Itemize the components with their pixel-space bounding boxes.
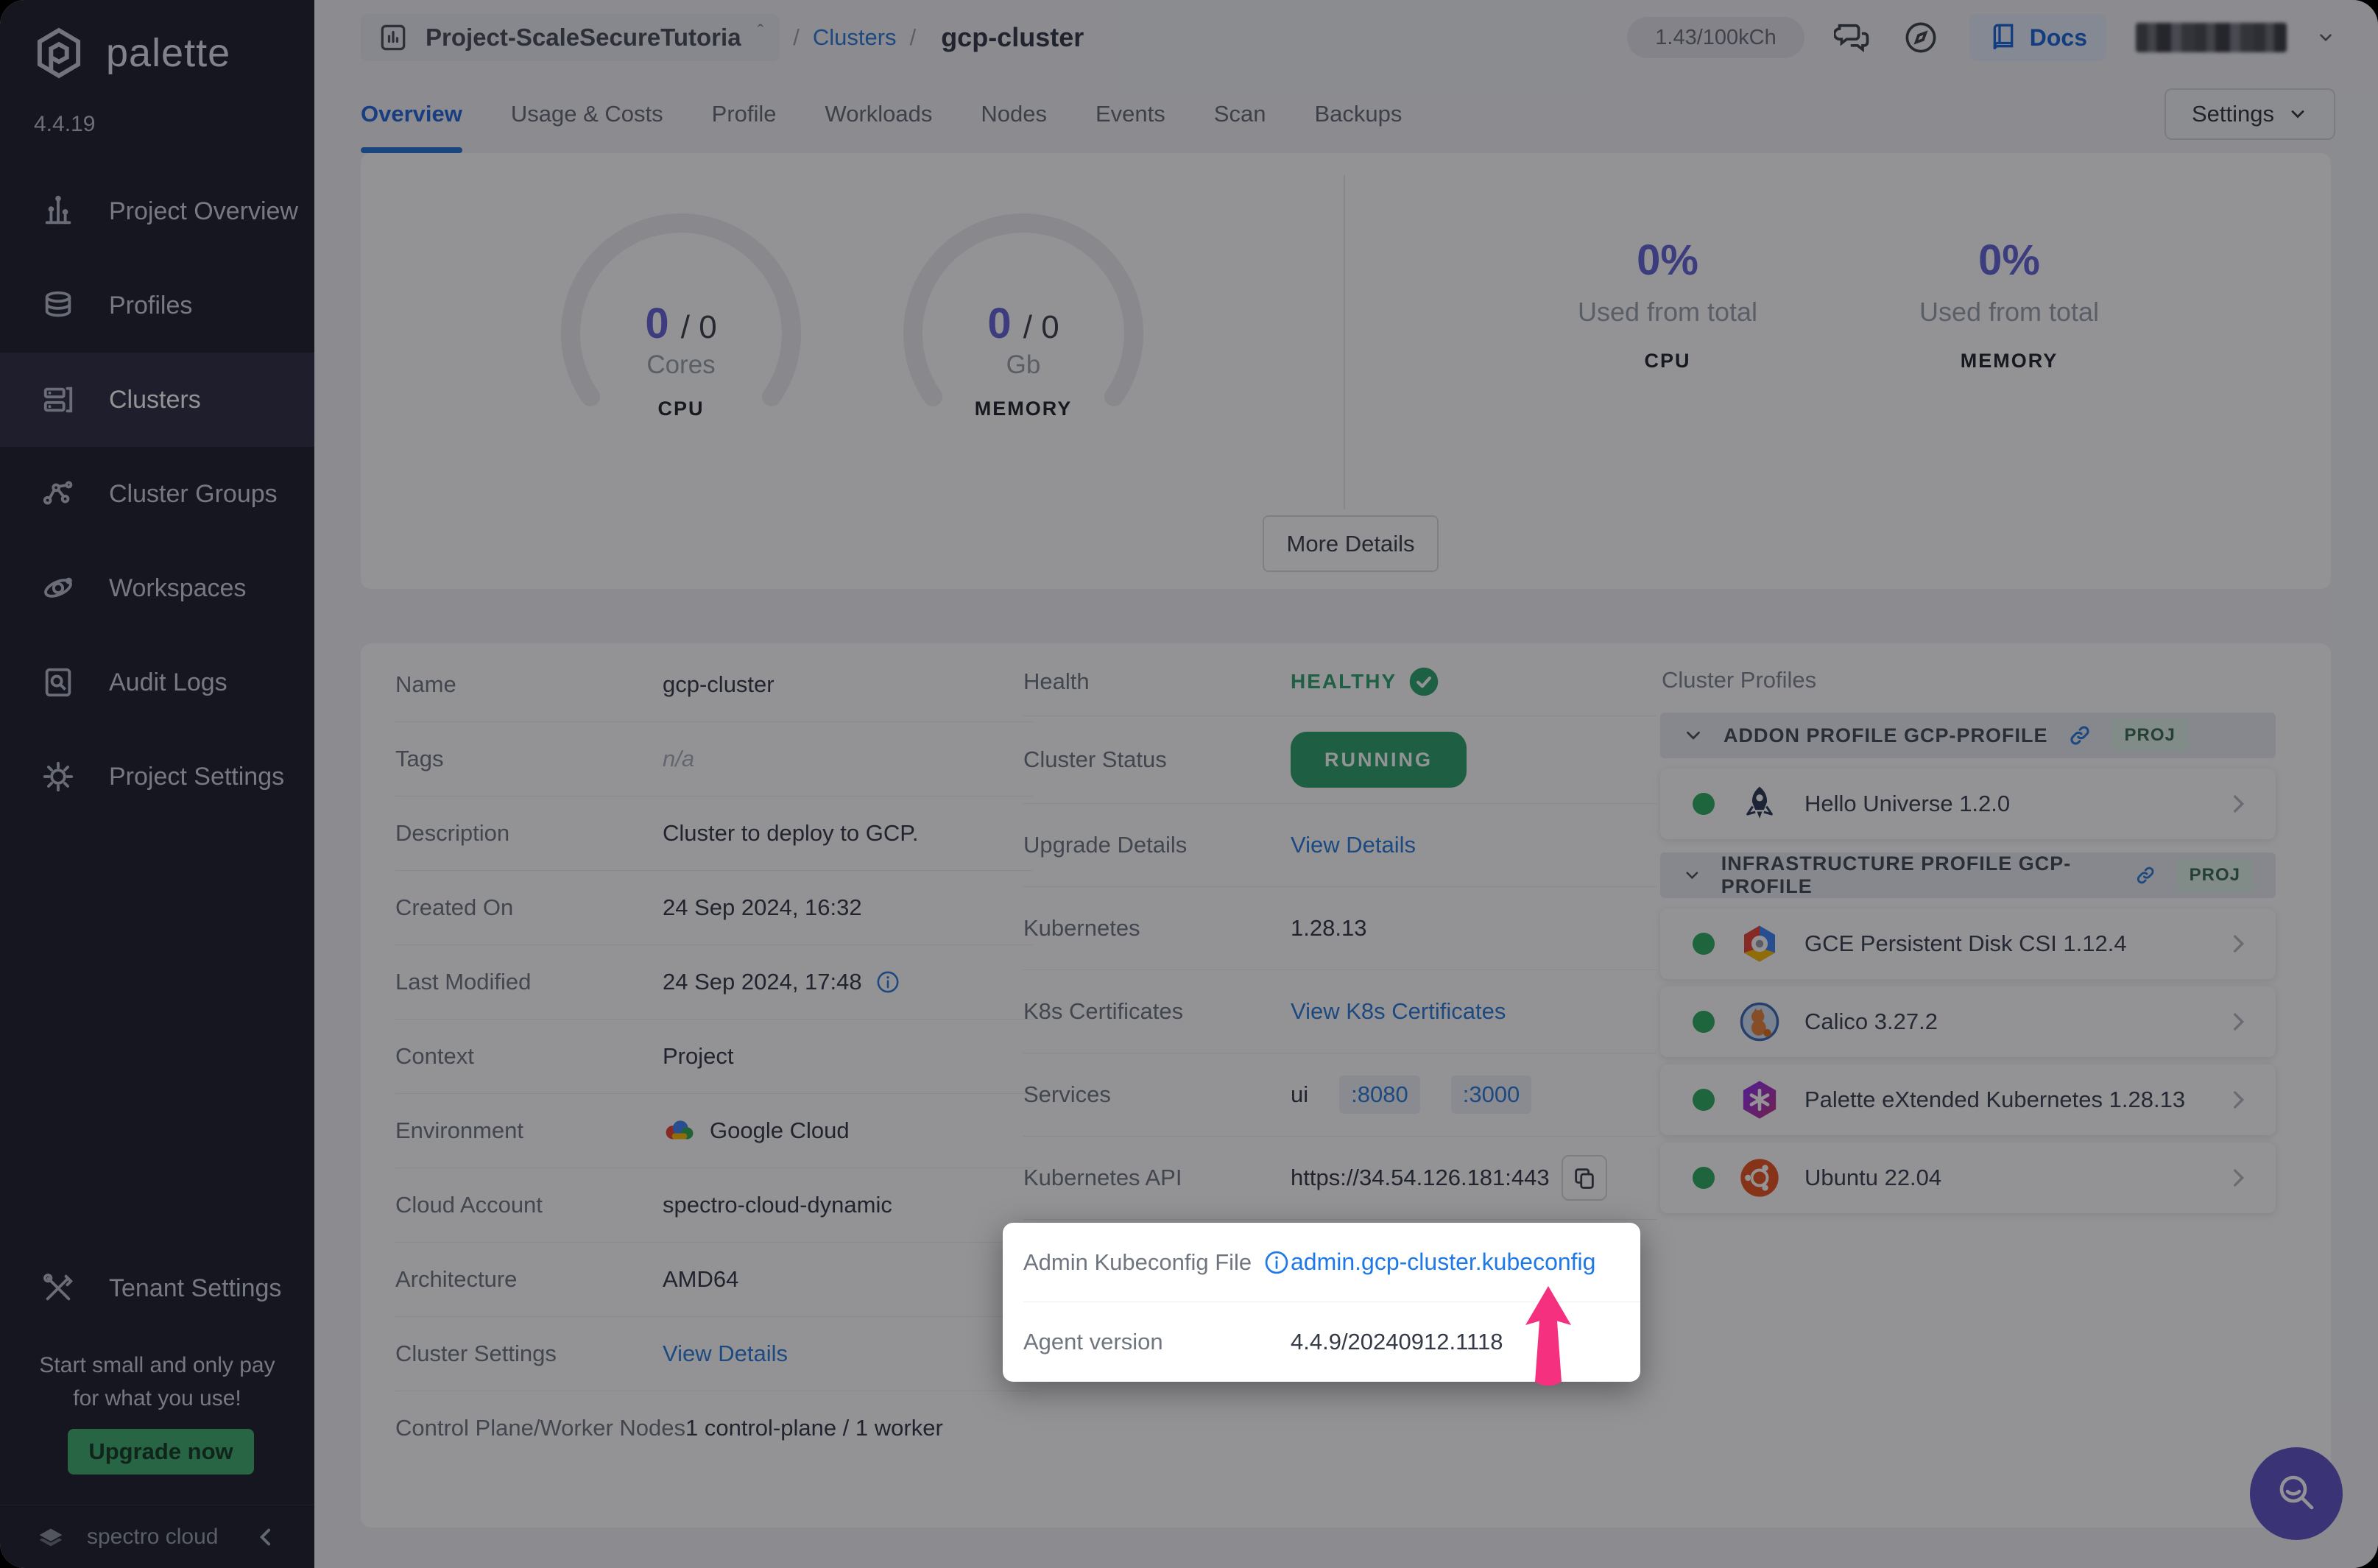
info-icon[interactable] bbox=[1263, 1249, 1290, 1276]
admin-kubeconfig-download-link[interactable]: admin.gcp-cluster.kubeconfig bbox=[1291, 1249, 1595, 1276]
app-window: palette 4.4.19 Project Overview Profiles bbox=[0, 0, 2378, 1568]
tutorial-arrow-pointer bbox=[1523, 1286, 1574, 1389]
